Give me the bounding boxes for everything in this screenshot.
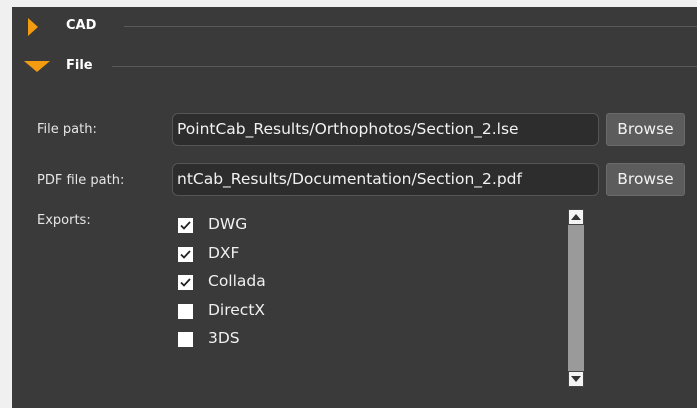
- pdf-file-path-input[interactable]: ntCab_Results/Documentation/Section_2.pd…: [172, 163, 599, 196]
- export-item-3ds[interactable]: 3DS: [178, 329, 378, 349]
- file-path-browse-button[interactable]: Browse: [606, 113, 685, 146]
- arrow-down-icon: [571, 376, 581, 382]
- export-item-dwg[interactable]: DWG: [178, 215, 378, 235]
- file-section-title: File: [66, 58, 93, 73]
- pdf-file-path-label: PDF file path:: [37, 173, 125, 188]
- pdf-file-path-browse-button[interactable]: Browse: [606, 163, 685, 196]
- directx-checkbox[interactable]: [178, 304, 193, 319]
- collapse-arrow-icon[interactable]: [24, 61, 50, 72]
- file-section-header[interactable]: File: [12, 51, 697, 81]
- section-divider: [124, 26, 697, 27]
- file-path-value: PointCab_Results/Orthophotos/Section_2.l…: [177, 120, 519, 138]
- dwg-checkbox[interactable]: [178, 218, 193, 233]
- expand-arrow-icon[interactable]: [28, 18, 38, 36]
- 3ds-checkbox[interactable]: [178, 332, 193, 347]
- export-item-label: DXF: [208, 244, 240, 262]
- check-icon: [180, 221, 191, 230]
- check-icon: [180, 250, 191, 259]
- exports-label: Exports:: [37, 213, 91, 228]
- scroll-down-button[interactable]: [568, 371, 584, 387]
- section-divider: [112, 66, 697, 67]
- export-item-label: 3DS: [208, 329, 240, 347]
- pdf-file-path-value: ntCab_Results/Documentation/Section_2.pd…: [177, 170, 522, 188]
- export-item-label: Collada: [208, 272, 266, 290]
- export-item-label: DirectX: [208, 301, 266, 319]
- file-path-input[interactable]: PointCab_Results/Orthophotos/Section_2.l…: [172, 113, 599, 146]
- export-item-collada[interactable]: Collada: [178, 272, 378, 292]
- export-item-label: DWG: [208, 215, 248, 233]
- scroll-up-button[interactable]: [568, 209, 584, 225]
- file-path-label: File path:: [37, 122, 97, 137]
- export-item-dxf[interactable]: DXF: [178, 244, 378, 264]
- dxf-checkbox[interactable]: [178, 247, 193, 262]
- collada-checkbox[interactable]: [178, 275, 193, 290]
- check-icon: [180, 278, 191, 287]
- cad-section-header[interactable]: CAD: [12, 11, 697, 41]
- exports-scrollbar[interactable]: [568, 209, 584, 387]
- arrow-up-icon: [571, 214, 581, 220]
- export-item-directx[interactable]: DirectX: [178, 301, 378, 321]
- cad-section-title: CAD: [66, 18, 97, 33]
- file-settings-panel: CAD File File path: PointCab_Results/Ort…: [12, 7, 697, 408]
